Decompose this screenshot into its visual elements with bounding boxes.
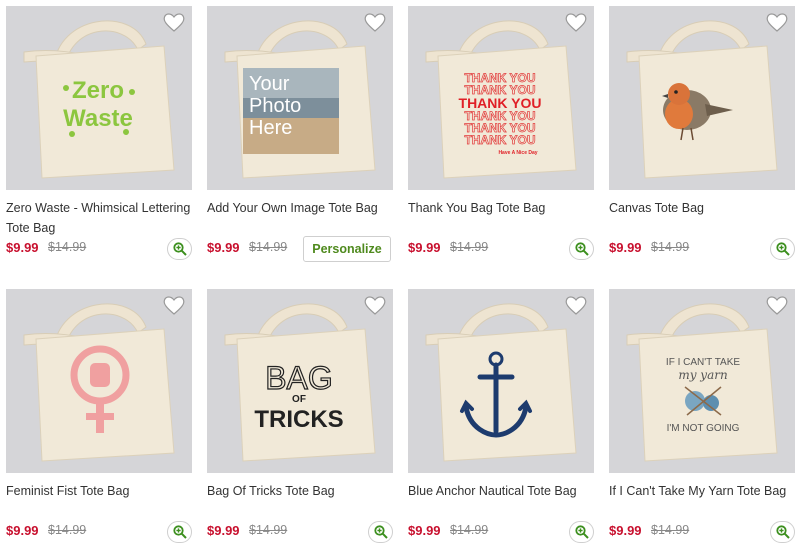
of-text: OF [292, 394, 306, 405]
original-price: $14.99 [450, 240, 489, 254]
product-title[interactable]: Thank You Bag Tote Bag [408, 198, 594, 218]
product-image[interactable]: Zero Waste [6, 6, 192, 190]
heart-icon[interactable] [363, 293, 387, 317]
sale-price: $9.99 [408, 523, 441, 538]
photo-placeholder-art: Your Photo Here [243, 68, 339, 154]
product-title[interactable]: Canvas Tote Bag [609, 198, 795, 218]
heart-icon[interactable] [162, 293, 186, 317]
tricks-text: TRICKS [254, 406, 343, 433]
original-price: $14.99 [450, 523, 489, 537]
zoom-in-icon [776, 525, 790, 539]
original-price: $14.99 [651, 240, 690, 254]
zoom-button[interactable] [569, 238, 594, 260]
zoom-in-icon [173, 242, 187, 256]
sale-price: $9.99 [207, 240, 240, 255]
original-price: $14.99 [249, 240, 288, 254]
product-card[interactable]: Feminist Fist Tote Bag $9.99 $14.99 [6, 289, 192, 543]
zoom-in-icon [575, 242, 589, 256]
original-price: $14.99 [249, 523, 288, 537]
heart-icon[interactable] [363, 10, 387, 34]
heart-icon[interactable] [765, 10, 789, 34]
original-price: $14.99 [651, 523, 690, 537]
thank-you-line: THANK YOU [464, 133, 535, 147]
zoom-button[interactable] [770, 521, 795, 543]
yarn-text-line: my yarn [678, 368, 727, 382]
product-card[interactable]: Canvas Tote Bag $9.99 $14.99 [609, 6, 795, 260]
heart-icon[interactable] [564, 10, 588, 34]
personalize-button[interactable]: Personalize [303, 236, 391, 262]
product-image[interactable]: BAG OF TRICKS [207, 289, 393, 473]
zoom-button[interactable] [167, 238, 192, 260]
product-card[interactable]: Zero Waste Zero Waste - Whimsical Letter… [6, 6, 192, 260]
price-row: $9.99 $14.99 [6, 521, 192, 543]
price-row: $9.99 $14.99 [609, 521, 795, 543]
price-row: $9.99 $14.99 [207, 521, 393, 543]
price-row: $9.99 $14.99 [609, 238, 795, 260]
product-title[interactable]: Zero Waste - Whimsical Lettering Tote Ba… [6, 198, 192, 238]
price-row: $9.99 $14.99 [408, 521, 594, 543]
zoom-in-icon [173, 525, 187, 539]
product-card[interactable]: BAG OF TRICKS Bag Of Tricks Tote Bag $9.… [207, 289, 393, 543]
heart-icon[interactable] [765, 293, 789, 317]
product-image[interactable]: THANK YOU THANK YOU THANK YOU THANK YOU … [408, 6, 594, 190]
thank-you-art: THANK YOU THANK YOU THANK YOU THANK YOU … [459, 71, 542, 156]
zoom-in-icon [575, 525, 589, 539]
yarn-text-line: I'M NOT GOING [667, 423, 740, 434]
product-title[interactable]: If I Can't Take My Yarn Tote Bag [609, 481, 795, 501]
product-title[interactable]: Bag Of Tricks Tote Bag [207, 481, 393, 501]
svg-text:Waste: Waste [63, 105, 133, 132]
sale-price: $9.99 [408, 240, 441, 255]
product-card[interactable]: IF I CAN'T TAKE my yarn I'M NOT GOING If… [609, 289, 795, 543]
zoom-in-icon [776, 242, 790, 256]
zoom-button[interactable] [167, 521, 192, 543]
svg-text:Zero: Zero [72, 77, 124, 104]
product-image[interactable] [6, 289, 192, 473]
original-price: $14.99 [48, 523, 87, 537]
zoom-button[interactable] [770, 238, 795, 260]
bag-text: BAG [265, 360, 333, 396]
price-row: $9.99 $14.99 Personalize [207, 236, 393, 262]
sale-price: $9.99 [609, 240, 642, 255]
product-title[interactable]: Blue Anchor Nautical Tote Bag [408, 481, 594, 501]
product-image[interactable] [408, 289, 594, 473]
sale-price: $9.99 [207, 523, 240, 538]
original-price: $14.99 [48, 240, 87, 254]
sale-price: $9.99 [6, 240, 39, 255]
product-title[interactable]: Add Your Own Image Tote Bag [207, 198, 393, 218]
product-image[interactable]: Your Photo Here [207, 6, 393, 190]
product-image[interactable]: IF I CAN'T TAKE my yarn I'M NOT GOING [609, 289, 795, 473]
product-title[interactable]: Feminist Fist Tote Bag [6, 481, 192, 501]
zoom-in-icon [374, 525, 388, 539]
price-row: $9.99 $14.99 [6, 238, 192, 260]
yarn-text-line: IF I CAN'T TAKE [666, 357, 740, 368]
product-image[interactable] [609, 6, 795, 190]
photo-text-line: Here [249, 117, 292, 139]
price-row: $9.99 $14.99 [408, 238, 594, 260]
photo-text-line: Your [249, 73, 290, 95]
sale-price: $9.99 [6, 523, 39, 538]
photo-text-line: Photo [249, 95, 301, 117]
heart-icon[interactable] [564, 293, 588, 317]
product-card[interactable]: Blue Anchor Nautical Tote Bag $9.99 $14.… [408, 289, 594, 543]
product-card[interactable]: THANK YOU THANK YOU THANK YOU THANK YOU … [408, 6, 594, 260]
have-a-nice-day-text: Have A Nice Day [498, 150, 537, 156]
heart-icon[interactable] [162, 10, 186, 34]
product-card[interactable]: Your Photo Here Add Your Own Image Tote … [207, 6, 393, 262]
zoom-button[interactable] [368, 521, 393, 543]
zoom-button[interactable] [569, 521, 594, 543]
sale-price: $9.99 [609, 523, 642, 538]
